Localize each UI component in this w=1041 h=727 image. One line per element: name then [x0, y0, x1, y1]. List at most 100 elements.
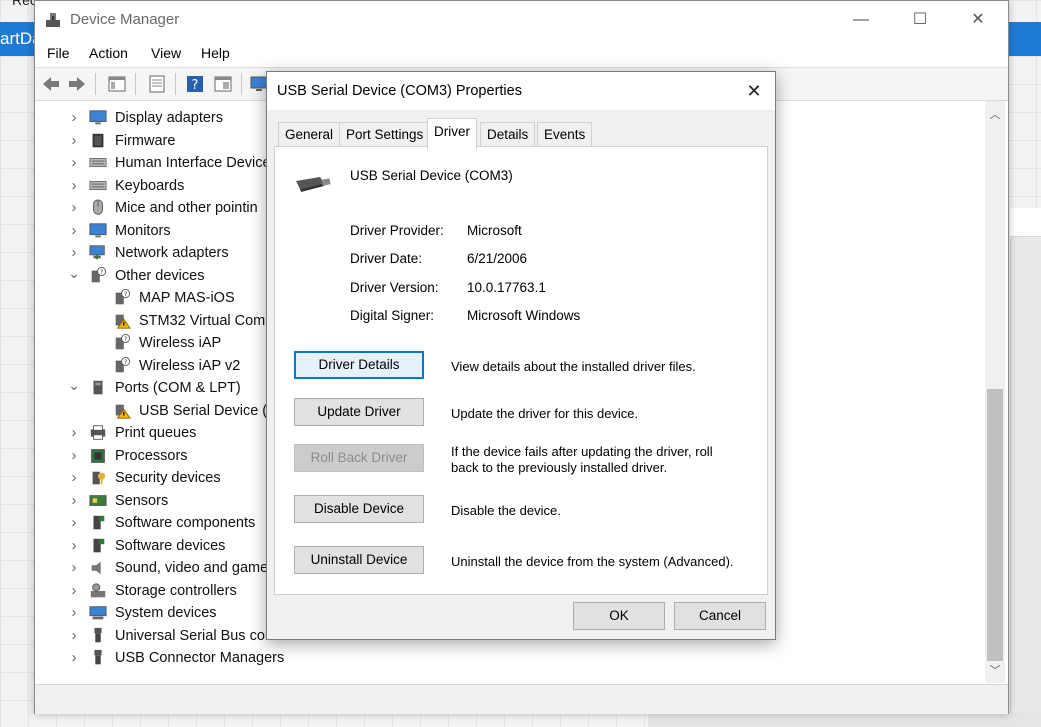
chevron-right-icon[interactable]: ›	[68, 130, 80, 152]
menu-file[interactable]: File	[47, 45, 70, 61]
toolbar-separator	[175, 73, 176, 95]
driver-date-value: 6/21/2006	[467, 251, 528, 266]
software-icon	[93, 538, 105, 552]
dialog-title-bar[interactable]: USB Serial Device (COM3) Properties ✕	[267, 72, 775, 110]
ok-button[interactable]: OK	[573, 602, 665, 630]
display-icon	[89, 110, 107, 125]
tree-item-label: USB Connector Managers	[115, 650, 285, 666]
tab-events[interactable]: Events	[537, 122, 593, 147]
tab-port-settings[interactable]: Port Settings	[339, 122, 431, 147]
tree-item-label: Print queues	[115, 425, 197, 441]
tab-general[interactable]: General	[278, 122, 341, 147]
back-arrow-icon[interactable]	[41, 74, 61, 94]
driver-details-button[interactable]: Driver Details	[294, 351, 424, 379]
unknown-device-icon: ?	[115, 334, 131, 350]
window-title: Device Manager	[70, 11, 180, 28]
chevron-right-icon[interactable]: ›	[68, 625, 80, 647]
list-view-icon[interactable]	[213, 74, 233, 94]
driver-version-label: Driver Version:	[350, 280, 439, 295]
warning-device-icon	[115, 404, 131, 419]
disable-device-button[interactable]: Disable Device	[294, 495, 424, 523]
security-icon	[92, 471, 106, 485]
background-app-bar: artDa	[0, 22, 36, 56]
tree-item-label: Storage controllers	[115, 582, 237, 599]
background-app-bar-right	[1008, 22, 1041, 56]
dialog-close-button[interactable]: ✕	[733, 72, 775, 110]
storage-icon	[90, 582, 106, 597]
dialog-title: USB Serial Device (COM3) Properties	[277, 83, 522, 99]
menu-view[interactable]: View	[151, 45, 181, 61]
network-icon	[89, 245, 105, 260]
chevron-right-icon[interactable]: ›	[68, 512, 80, 534]
cancel-button[interactable]: Cancel	[674, 602, 766, 630]
tree-item-label: STM32 Virtual ComP	[139, 312, 275, 329]
uninstall-device-button[interactable]: Uninstall Device	[294, 546, 424, 574]
menu-action[interactable]: Action	[89, 45, 128, 61]
disable-device-description: Disable the device.	[451, 503, 561, 518]
tree-item-label: Ports (COM & LPT)	[115, 380, 241, 396]
chevron-right-icon[interactable]: ›	[68, 580, 80, 602]
close-button[interactable]: ✕	[955, 1, 1001, 39]
forward-arrow-icon[interactable]	[67, 74, 87, 94]
scroll-up-arrow-icon[interactable]: ︿	[985, 105, 1005, 125]
device-name: USB Serial Device (COM3)	[350, 168, 513, 183]
tree-item-label: Sensors	[115, 492, 169, 509]
chevron-right-icon[interactable]: ›	[68, 557, 80, 579]
sensor-icon	[89, 494, 107, 506]
chevron-right-icon[interactable]: ›	[68, 242, 80, 264]
chevron-right-icon[interactable]: ›	[68, 175, 80, 197]
chevron-right-icon[interactable]: ›	[68, 467, 80, 489]
properties-view-icon[interactable]	[107, 74, 127, 94]
chevron-right-icon[interactable]: ›	[68, 152, 80, 174]
chevron-right-icon[interactable]: ›	[68, 490, 80, 512]
keyboard-icon	[89, 158, 107, 168]
scroll-thumb[interactable]	[987, 389, 1003, 661]
tree-item-label: Software components	[115, 515, 256, 531]
document-icon[interactable]	[147, 74, 167, 94]
digital-signer-label: Digital Signer:	[350, 308, 435, 323]
chevron-right-icon[interactable]: ›	[68, 107, 80, 129]
roll-back-driver-description: If the device fails after updating the d…	[451, 444, 713, 475]
chevron-right-icon[interactable]: ›	[68, 220, 80, 242]
system-icon	[89, 606, 107, 620]
warning-device-icon	[115, 314, 131, 329]
background-strip	[648, 712, 1041, 727]
driver-date-label: Driver Date:	[350, 251, 423, 266]
unknown-device-icon: ?	[115, 356, 131, 372]
tree-category[interactable]: › USB Connector Managers	[35, 647, 975, 669]
tab-driver[interactable]: Driver	[427, 118, 477, 149]
printer-icon	[90, 425, 106, 440]
roll-back-driver-button[interactable]: Roll Back Driver	[294, 444, 424, 472]
chevron-right-icon[interactable]: ›	[68, 602, 80, 624]
update-driver-button[interactable]: Update Driver	[294, 398, 424, 426]
toolbar-separator	[95, 73, 96, 95]
chevron-right-icon[interactable]: ›	[68, 647, 80, 669]
tree-item-label: Firmware	[115, 132, 176, 149]
tree-item-label: Monitors	[115, 222, 171, 239]
svg-text:?: ?	[124, 359, 127, 366]
tree-item-label: Other devices	[115, 267, 205, 284]
tree-item-label: Sound, video and game	[115, 560, 269, 576]
usb-icon	[94, 627, 102, 642]
tab-details[interactable]: Details	[480, 122, 536, 147]
vertical-scrollbar[interactable]: ︿ ﹀	[985, 101, 1005, 683]
svg-text:?: ?	[100, 269, 103, 276]
chevron-down-icon[interactable]: ⌄	[68, 377, 80, 399]
menu-help[interactable]: Help	[201, 45, 230, 61]
tree-item-label: System devices	[115, 605, 217, 621]
title-bar[interactable]: Device Manager — ☐ ✕	[35, 1, 1008, 39]
tree-item-label: MAP MAS-iOS	[139, 290, 235, 306]
chevron-right-icon[interactable]: ›	[68, 197, 80, 219]
chip-icon	[92, 133, 104, 147]
uninstall-device-description: Uninstall the device from the system (Ad…	[451, 554, 734, 569]
chevron-right-icon[interactable]: ›	[68, 422, 80, 444]
chevron-right-icon[interactable]: ›	[68, 445, 80, 467]
chevron-down-icon[interactable]: ⌄	[68, 265, 80, 287]
help-icon[interactable]: ?	[185, 74, 205, 94]
tree-item-label: Wireless iAP v2	[139, 357, 241, 374]
minimize-button[interactable]: —	[838, 1, 884, 39]
maximize-button[interactable]: ☐	[897, 1, 943, 39]
chevron-right-icon[interactable]: ›	[68, 535, 80, 557]
scroll-down-arrow-icon[interactable]: ﹀	[985, 661, 1005, 681]
usb-icon	[94, 649, 102, 665]
